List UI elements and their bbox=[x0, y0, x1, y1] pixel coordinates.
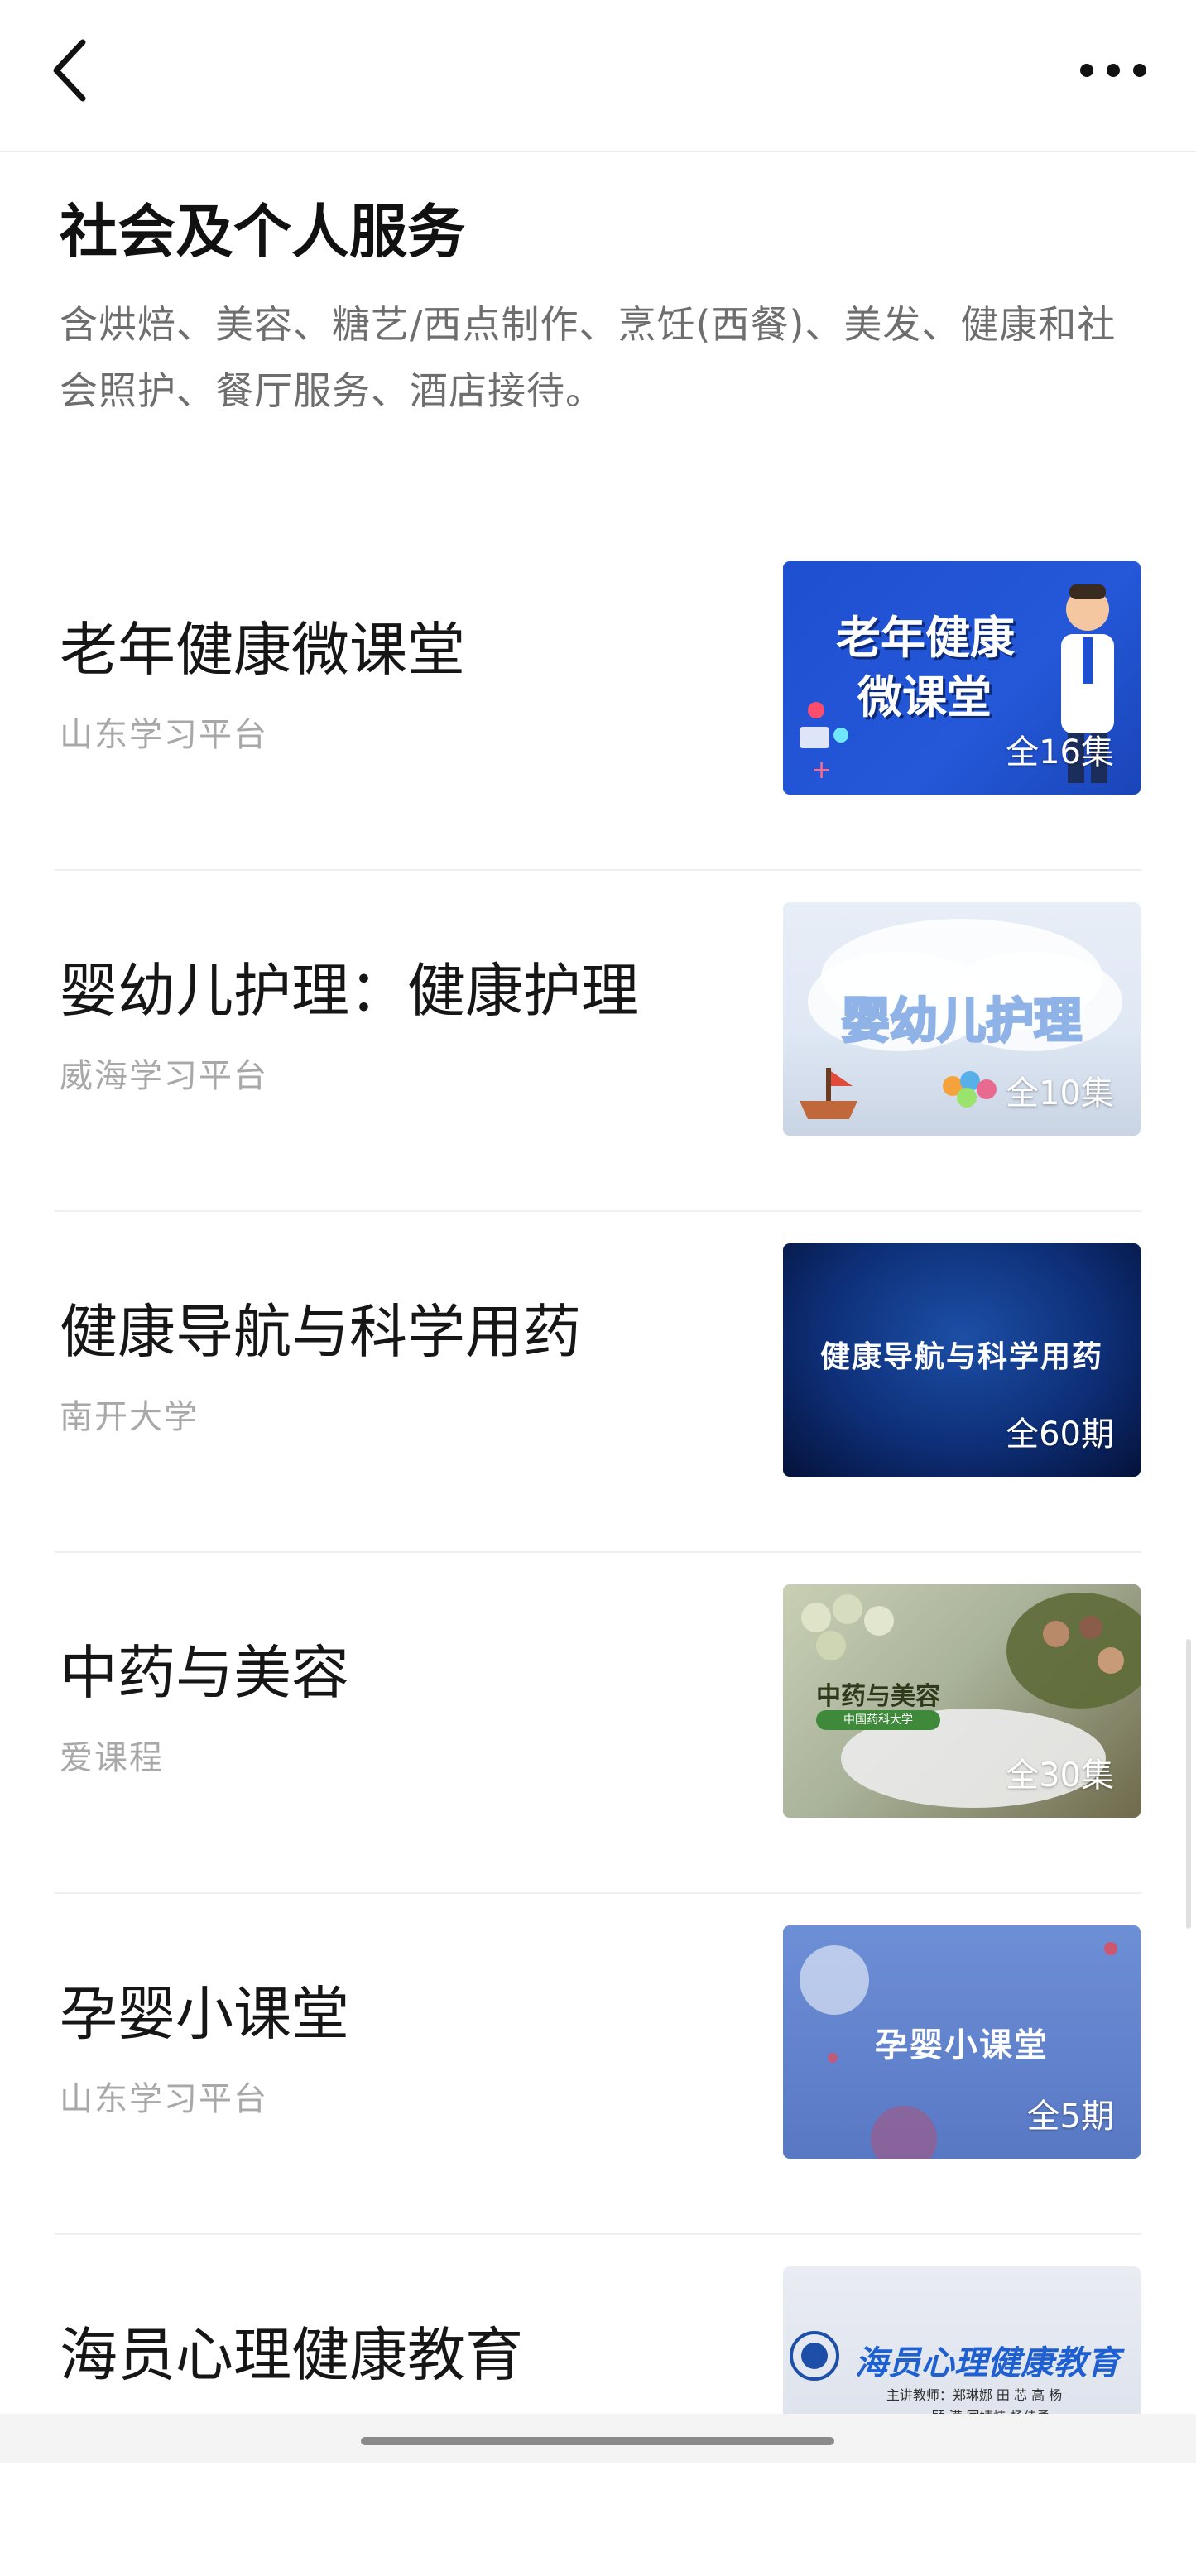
episode-count: 全5期 bbox=[1026, 2098, 1114, 2136]
thumbnail-text: 海员心理健康教育 bbox=[855, 2344, 1120, 2382]
course-title: 婴幼儿护理：健康护理 bbox=[60, 957, 639, 1025]
course-source: 山东学习平台 bbox=[60, 716, 268, 754]
course-item[interactable]: 中药与美容 爱课程 中药与美容 中国药科大学 全30集 bbox=[0, 1553, 1196, 1894]
episode-count: 全10集 bbox=[1006, 1074, 1114, 1113]
section-description: 含烘焙、美容、糖艺/西点制作、烹饪(西餐)、美发、健康和社会照护、餐厅服务、酒店… bbox=[60, 302, 1117, 413]
thumbnail-text: 健康导航与科学用药 bbox=[819, 1339, 1103, 1374]
bottom-bar bbox=[0, 2414, 1196, 2463]
episode-count: 全30集 bbox=[1006, 1757, 1114, 1795]
course-list: 老年健康微课堂 山东学习平台 + 老年健康 微课堂 全16集 婴幼儿护理：健康护… bbox=[0, 530, 1196, 2576]
course-title: 中药与美容 bbox=[60, 1639, 349, 1707]
more-options-button[interactable] bbox=[1072, 41, 1155, 99]
svg-text:+: + bbox=[811, 756, 832, 785]
thumbnail-text: 微课堂 bbox=[857, 671, 992, 723]
course-thumbnail[interactable]: + 老年健康 微课堂 全16集 bbox=[783, 561, 1141, 795]
thumbnail-badge: 中国药科大学 bbox=[816, 1710, 940, 1730]
category-section-header: 社会及个人服务 含烘焙、美容、糖艺/西点制作、烹饪(西餐)、美发、健康和社会照护… bbox=[60, 190, 1144, 424]
episode-count: 全16集 bbox=[1006, 733, 1114, 771]
thumbnail-text: 中药与美容 bbox=[816, 1682, 940, 1711]
thumbnail-text: 孕婴小课堂 bbox=[875, 2026, 1049, 2064]
top-nav-bar bbox=[0, 0, 1196, 152]
course-thumbnail[interactable]: 健康导航与科学用药 全60期 bbox=[783, 1243, 1141, 1477]
episode-count: 全60期 bbox=[1006, 1415, 1114, 1454]
course-title: 健康导航与科学用药 bbox=[60, 1298, 581, 1366]
scrollbar[interactable] bbox=[1186, 1639, 1191, 1929]
thumbnail-text: 婴幼儿护理 bbox=[840, 992, 1083, 1050]
course-title: 老年健康微课堂 bbox=[60, 616, 465, 684]
thumbnail-text: 主讲教师：郑琳娜 田 芯 高 杨 bbox=[886, 2387, 1063, 2403]
course-source: 南开大学 bbox=[60, 1398, 199, 1436]
thumbnail-text: 老年健康 bbox=[836, 612, 1015, 664]
course-title: 海员心理健康教育 bbox=[60, 2321, 523, 2389]
course-item[interactable]: 孕婴小课堂 山东学习平台 孕婴小课堂 全5期 bbox=[0, 1894, 1196, 2235]
ellipsis-icon bbox=[1080, 64, 1146, 77]
course-item[interactable]: 老年健康微课堂 山东学习平台 + 老年健康 微课堂 全16集 bbox=[0, 530, 1196, 871]
course-thumbnail[interactable]: 孕婴小课堂 全5期 bbox=[783, 1925, 1141, 2159]
chevron-left-icon bbox=[53, 39, 86, 102]
course-source: 爱课程 bbox=[60, 1739, 164, 1777]
section-title: 社会及个人服务 bbox=[60, 197, 465, 266]
course-source: 山东学习平台 bbox=[60, 2080, 268, 2118]
back-button[interactable] bbox=[50, 33, 116, 108]
course-item[interactable]: 健康导航与科学用药 南开大学 健康导航与科学用药 全60期 bbox=[0, 1212, 1196, 1553]
course-item[interactable]: 婴幼儿护理：健康护理 威海学习平台 婴幼儿护理 全10集 bbox=[0, 871, 1196, 1212]
course-source: 威海学习平台 bbox=[60, 1057, 268, 1095]
course-thumbnail[interactable]: 婴幼儿护理 全10集 bbox=[783, 902, 1141, 1136]
course-thumbnail[interactable]: 中药与美容 中国药科大学 全30集 bbox=[783, 1584, 1141, 1818]
course-item[interactable]: 海员心理健康教育 海员心理健康教育 主讲教师：郑琳娜 田 芯 高 杨 顾 滢 国… bbox=[0, 2235, 1196, 2576]
course-title: 孕婴小课堂 bbox=[60, 1980, 349, 2048]
home-indicator[interactable] bbox=[361, 2437, 834, 2445]
